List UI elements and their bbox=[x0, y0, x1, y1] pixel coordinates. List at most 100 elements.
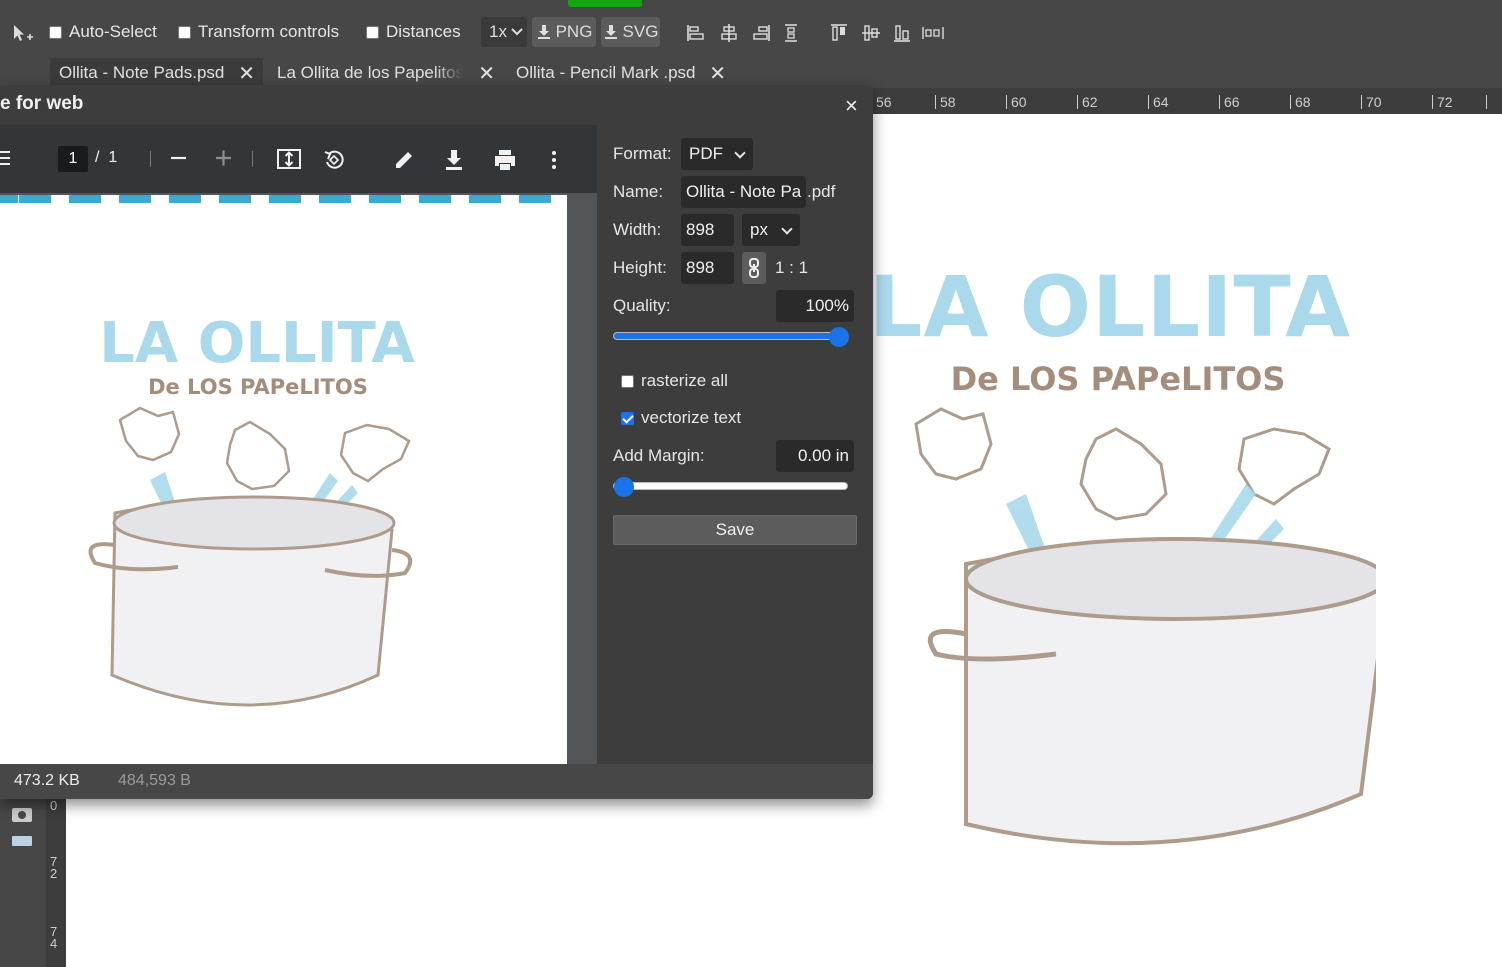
stripe-border bbox=[0, 195, 551, 203]
distribute-vertical-icon[interactable] bbox=[922, 24, 944, 42]
export-dialog: e for web × 1 / 1 LA OLLITA De LOS PAPeL… bbox=[0, 85, 873, 799]
distances-toggle[interactable]: Distances bbox=[366, 16, 461, 48]
print-icon[interactable] bbox=[493, 149, 517, 171]
ruler-label: 64 bbox=[1153, 94, 1169, 110]
margin-value: 0.00 in bbox=[797, 446, 849, 465]
vectorize-toggle[interactable]: vectorize text bbox=[621, 402, 741, 434]
pdf-preview: 1 / 1 LA OLLITA De LOS PAPeLITOS bbox=[0, 125, 597, 764]
rasterize-label: rasterize all bbox=[641, 371, 728, 390]
edit-pencil-icon[interactable] bbox=[393, 149, 415, 171]
vertical-ruler: 0 72 74 bbox=[46, 798, 66, 967]
ruler-tick bbox=[1361, 95, 1362, 109]
unit-select[interactable]: px bbox=[742, 214, 800, 246]
auto-select-toggle[interactable]: Auto-Select bbox=[49, 16, 157, 48]
chevron-down-icon bbox=[511, 28, 523, 36]
distances-checkbox[interactable] bbox=[366, 25, 379, 39]
page-number-input[interactable]: 1 bbox=[58, 146, 88, 172]
move-tool-icon[interactable] bbox=[12, 24, 34, 44]
more-options-icon[interactable] bbox=[550, 149, 558, 171]
tab-ollita-note-pads[interactable]: Ollita - Note Pads.psd ✕ bbox=[50, 58, 263, 88]
link-aspect-button[interactable] bbox=[742, 252, 766, 284]
align-center-horizontal-icon[interactable] bbox=[720, 24, 738, 42]
pdf-artwork-title: LA OLLITA bbox=[99, 311, 415, 376]
unit-value: px bbox=[750, 220, 768, 239]
fit-page-icon[interactable] bbox=[277, 149, 301, 169]
chain-link-icon bbox=[749, 258, 759, 278]
transform-controls-checkbox[interactable] bbox=[178, 25, 191, 39]
toolbar-divider bbox=[252, 151, 253, 167]
zoom-out-icon[interactable] bbox=[170, 149, 187, 167]
align-bottom-icon[interactable] bbox=[893, 24, 911, 42]
height-value: 898 bbox=[686, 258, 715, 277]
dialog-title: e for web bbox=[0, 93, 84, 114]
export-settings: Format: PDF Name: Ollita - Note Pa .pdf … bbox=[597, 125, 873, 764]
svg-label: SVG bbox=[622, 22, 659, 41]
align-left-icon[interactable] bbox=[687, 24, 705, 42]
export-status-bar: 473.2 KB 484,593 B bbox=[0, 764, 873, 799]
sidebar-menu-icon[interactable] bbox=[0, 149, 12, 167]
export-png-button[interactable]: PNG bbox=[532, 17, 596, 47]
width-input[interactable]: 898 bbox=[681, 214, 734, 246]
ruler-label: 58 bbox=[940, 94, 956, 110]
transform-controls-toggle[interactable]: Transform controls bbox=[178, 16, 339, 48]
quality-value: 100% bbox=[805, 296, 849, 315]
auto-select-checkbox[interactable] bbox=[49, 25, 62, 39]
margin-slider-knob[interactable] bbox=[614, 477, 634, 497]
distribute-horizontal-icon[interactable] bbox=[782, 24, 800, 42]
pot-icon bbox=[927, 537, 1376, 846]
artwork-preview: LA OLLITA De LOS PAPeLITOS bbox=[869, 258, 1376, 846]
pot-icon bbox=[88, 495, 413, 707]
ruler-tick bbox=[1077, 95, 1078, 109]
layer-mask-icon[interactable] bbox=[12, 808, 32, 822]
ruler-label: 72 bbox=[50, 854, 58, 881]
artwork-title: LA OLLITA bbox=[869, 258, 1351, 356]
ruler-label: 68 bbox=[1295, 94, 1311, 110]
run-button[interactable] bbox=[568, 0, 642, 7]
close-icon[interactable]: ✕ bbox=[478, 61, 495, 86]
quality-slider[interactable] bbox=[613, 327, 849, 347]
keyboard-icon[interactable] bbox=[12, 836, 32, 846]
close-icon[interactable]: × bbox=[845, 93, 858, 119]
save-button[interactable]: Save bbox=[613, 515, 857, 545]
name-value: Ollita - Note Pa bbox=[686, 182, 802, 201]
format-value: PDF bbox=[689, 144, 723, 163]
margin-input[interactable]: 0.00 in bbox=[776, 440, 854, 472]
align-middle-icon[interactable] bbox=[862, 24, 880, 42]
name-extension: .pdf bbox=[807, 182, 836, 201]
horizontal-ruler: 56 58 60 62 64 66 68 70 72 bbox=[872, 88, 1502, 114]
rasterize-toggle[interactable]: rasterize all bbox=[621, 365, 728, 397]
artwork-subtitle: De LOS PAPeLITOS bbox=[951, 360, 1286, 398]
width-label: Width: bbox=[613, 220, 662, 239]
align-right-icon[interactable] bbox=[752, 24, 770, 42]
margin-label: Add Margin: bbox=[613, 446, 705, 465]
ruler-label: 66 bbox=[1224, 94, 1240, 110]
quality-input[interactable]: 100% bbox=[776, 290, 854, 322]
format-select[interactable]: PDF bbox=[681, 138, 753, 170]
zoom-select[interactable]: 1x bbox=[481, 17, 527, 47]
ruler-tick bbox=[1006, 95, 1007, 109]
tab-la-ollita[interactable]: La Ollita de los Papelitos ✕ bbox=[268, 58, 503, 88]
export-svg-button[interactable]: SVG bbox=[601, 17, 660, 47]
height-input[interactable]: 898 bbox=[681, 252, 734, 284]
vectorize-checkbox[interactable] bbox=[621, 411, 634, 425]
ruler-label: 56 bbox=[876, 94, 892, 110]
zoom-in-icon[interactable] bbox=[215, 149, 232, 167]
name-input[interactable]: Ollita - Note Pa bbox=[681, 176, 806, 208]
margin-slider[interactable] bbox=[613, 477, 848, 497]
left-panel bbox=[0, 798, 46, 967]
rotate-icon[interactable] bbox=[323, 149, 345, 171]
quality-slider-knob[interactable] bbox=[829, 327, 849, 347]
close-icon[interactable]: ✕ bbox=[238, 61, 255, 86]
download-icon[interactable] bbox=[444, 149, 464, 171]
ruler-tick bbox=[1290, 95, 1291, 109]
top-toolbar: Auto-Select Transform controls Distances… bbox=[0, 0, 1502, 52]
vectorize-label: vectorize text bbox=[641, 408, 742, 427]
rasterize-checkbox[interactable] bbox=[621, 374, 634, 388]
file-size-bytes: 484,593 B bbox=[118, 772, 191, 789]
pdf-scroll-area[interactable] bbox=[567, 193, 597, 764]
ruler-label: 72 bbox=[1437, 94, 1453, 110]
close-icon[interactable]: ✕ bbox=[709, 61, 726, 86]
tab-ollita-pencil-mark[interactable]: Ollita - Pencil Mark .psd ✕ bbox=[507, 58, 734, 88]
page-count: / 1 bbox=[95, 149, 118, 166]
align-top-icon[interactable] bbox=[830, 24, 848, 42]
